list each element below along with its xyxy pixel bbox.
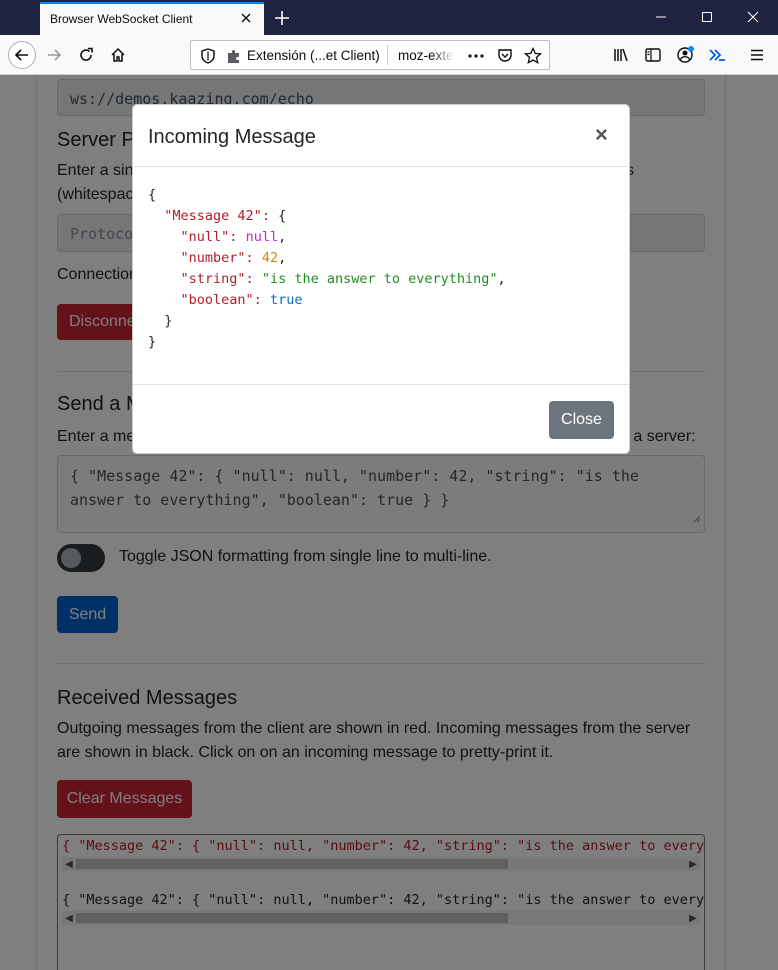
menu-icon[interactable] — [743, 41, 771, 69]
modal-body: { "Message 42": { "null": null, "number"… — [133, 167, 629, 384]
json-key: "boolean" — [180, 292, 254, 308]
puzzle-icon — [225, 47, 243, 65]
library-icon[interactable] — [607, 41, 635, 69]
modal-close-button[interactable]: Close — [549, 401, 614, 439]
json-key: "number" — [180, 250, 246, 266]
new-tab-icon[interactable] — [270, 6, 294, 30]
json-open-brace: { — [148, 187, 157, 203]
modal-title: Incoming Message — [148, 126, 316, 148]
pocket-icon[interactable] — [496, 47, 514, 65]
incoming-message-modal: Incoming Message × { "Message 42": { "nu… — [132, 104, 630, 454]
json-key: "null" — [180, 229, 230, 245]
browser-tab[interactable]: Browser WebSocket Client — [40, 2, 264, 35]
extension-identity-label[interactable]: Extensión (...et Client) — [247, 48, 380, 63]
tab-title: Browser WebSocket Client — [50, 12, 193, 26]
modal-close-icon[interactable]: × — [595, 124, 608, 146]
account-icon[interactable] — [671, 41, 699, 69]
shield-icon[interactable] — [199, 47, 217, 65]
json-close-brace: } — [148, 334, 157, 350]
url-bar[interactable]: Extensión (...et Client) moz-extension:/… — [190, 40, 550, 70]
minimize-icon[interactable] — [644, 5, 678, 29]
back-icon[interactable] — [8, 41, 36, 69]
json-value-number: 42 — [261, 250, 279, 266]
websocket-extension-icon[interactable] — [703, 41, 731, 69]
more-actions-icon[interactable] — [467, 47, 485, 65]
close-window-icon[interactable] — [736, 5, 770, 29]
json-key: "string" — [180, 271, 246, 287]
maximize-icon[interactable] — [690, 5, 724, 29]
pretty-json: { "Message 42": { "null": null, "number"… — [148, 187, 506, 350]
reload-icon[interactable] — [72, 41, 100, 69]
modal-header: Incoming Message × — [133, 105, 629, 167]
browser-titlebar: Browser WebSocket Client — [0, 0, 778, 35]
json-value-null: null — [245, 229, 279, 245]
home-icon[interactable] — [104, 41, 132, 69]
json-value-boolean: true — [269, 292, 303, 308]
bookmark-star-icon[interactable] — [523, 46, 543, 65]
navigation-toolbar: Extensión (...et Client) moz-extension:/… — [0, 35, 778, 75]
tab-close-icon[interactable] — [236, 8, 256, 28]
json-inner-close-brace: } — [164, 313, 173, 329]
json-key-message: "Message 42" — [164, 208, 262, 224]
forward-icon[interactable] — [40, 41, 68, 69]
url-divider — [387, 45, 388, 65]
url-text[interactable]: moz-extension:// — [398, 48, 454, 63]
sidebar-icon[interactable] — [639, 41, 667, 69]
modal-close-label: Close — [561, 411, 602, 428]
modal-footer: Close — [133, 384, 629, 454]
json-value-string: "is the answer to everything" — [261, 271, 498, 287]
